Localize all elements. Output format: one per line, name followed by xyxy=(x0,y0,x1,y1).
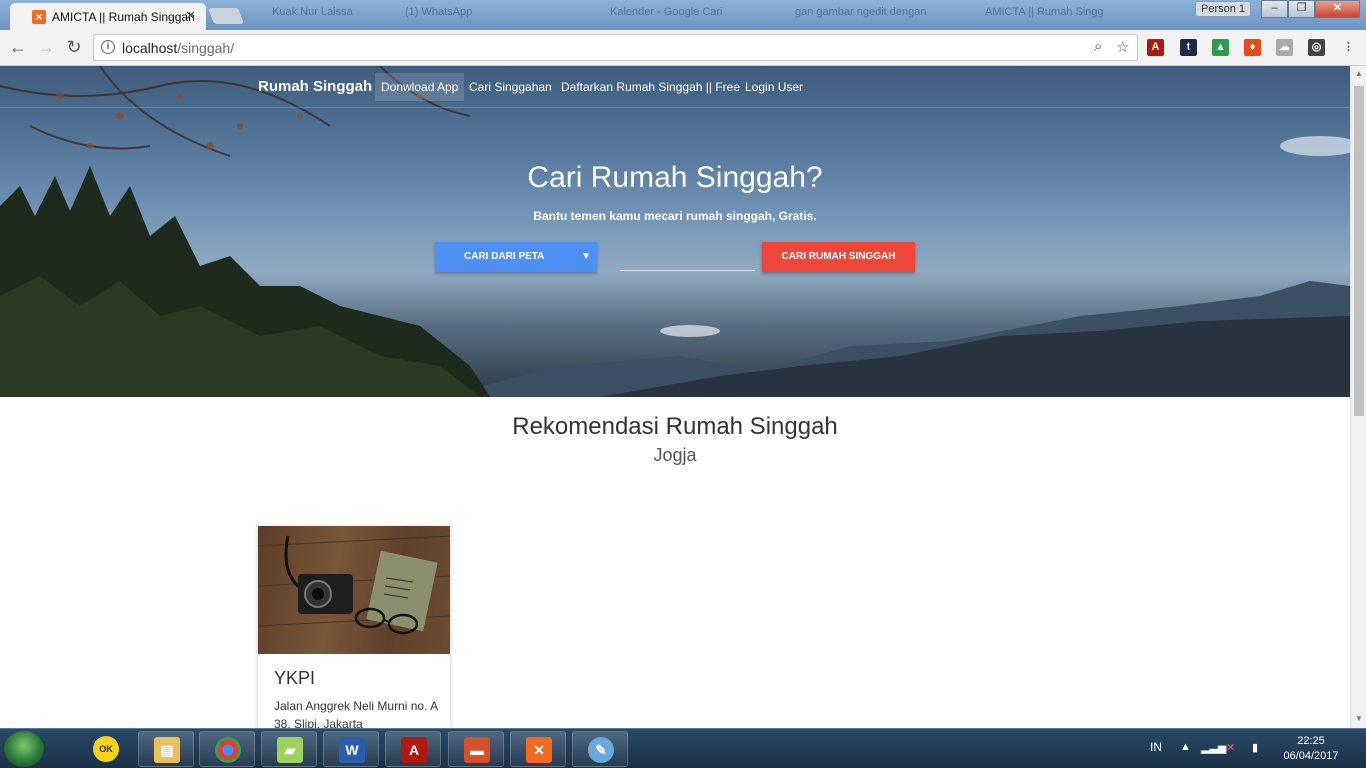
page-viewport: Rumah Singgah Donwload App Cari Singgaha… xyxy=(0,66,1350,728)
nav-login-user[interactable]: Login User xyxy=(745,80,803,94)
nav-cari-singgahan[interactable]: Cari Singgahan xyxy=(469,80,552,94)
taskbar-badge[interactable]: OK xyxy=(78,731,134,767)
page-scrollbar[interactable]: ▲ ▼ xyxy=(1350,66,1366,728)
hero-title: Cari Rumah Singgah? xyxy=(527,161,823,194)
flame-extension-icon[interactable]: ♦ xyxy=(1244,39,1261,56)
maximize-button[interactable]: ❐ xyxy=(1288,0,1315,18)
folder-icon: ▤ xyxy=(154,737,180,763)
caret-down-icon: ▼ xyxy=(581,251,591,262)
reload-icon[interactable]: ↻ xyxy=(63,37,85,59)
info-icon[interactable]: i xyxy=(101,40,115,54)
tray-clock[interactable]: 22:25 06/04/2017 xyxy=(1280,734,1342,764)
clock-date: 06/04/2017 xyxy=(1283,750,1339,762)
zoom-icon[interactable]: ⌕ xyxy=(1094,38,1102,55)
book-icon: ▬ xyxy=(464,737,490,763)
site-brand[interactable]: Rumah Singgah xyxy=(258,78,372,95)
taskbar-word[interactable]: W xyxy=(323,731,379,767)
battery-icon[interactable]: ▮ xyxy=(1252,741,1258,754)
twitter-extension-icon[interactable]: t xyxy=(1180,39,1197,56)
nav-daftarkan[interactable]: Daftarkan Rumah Singgah || Free xyxy=(561,80,740,94)
browser-tab-strip: ✕ AMICTA || Rumah Singgah ✕ Kuak Nur Lai… xyxy=(0,0,1366,30)
word-icon: W xyxy=(339,737,365,763)
tab-title: AMICTA || Rumah Singgah xyxy=(52,10,195,24)
scrollbar-thumb[interactable] xyxy=(1354,86,1364,416)
back-arrow-icon[interactable]: ← xyxy=(7,37,29,59)
nav-download-app[interactable]: Donwload App xyxy=(375,73,465,101)
background-tab[interactable]: Kalender - Google Cari xyxy=(610,6,723,26)
taskbar-chrome[interactable] xyxy=(199,731,255,767)
xampp-favicon-icon: ✕ xyxy=(32,10,46,24)
forward-arrow-icon[interactable]: → xyxy=(35,37,57,59)
taskbar-book[interactable]: ▬ xyxy=(448,731,504,767)
hero-subtitle: Bantu temen kamu mecari rumah singgah, G… xyxy=(533,209,817,223)
card-image xyxy=(257,526,451,654)
search-input[interactable] xyxy=(620,246,755,271)
browser-toolbar: ← → ↻ i localhost/singgah/ ⌕ ☆ A t ▲ ♦ ☁… xyxy=(0,30,1366,66)
background-tab[interactable]: AMICTA || Rumah Singg xyxy=(985,6,1104,26)
map-select-label: CARI DARI PETA xyxy=(464,251,545,262)
section-subtitle: Jogja xyxy=(653,445,697,465)
url-path: /singgah/ xyxy=(177,40,235,56)
sticky-notes-icon: ▰ xyxy=(277,737,303,763)
cloud-extension-icon[interactable]: ☁ xyxy=(1276,39,1293,56)
menu-icon[interactable]: ⋮ xyxy=(1340,39,1357,56)
url-text: localhost/singgah/ xyxy=(122,40,234,56)
drive-extension-icon[interactable]: ▲ xyxy=(1212,39,1229,56)
start-button[interactable] xyxy=(4,731,44,767)
camera-photo-illustration xyxy=(257,535,451,635)
chrome-icon xyxy=(215,737,241,763)
window-close-button[interactable]: ✕ xyxy=(1315,0,1360,18)
windows-taskbar: OK ▤ ▰ W A ▬ ✕ ✎ IN ▲ ▂▃▅ ✕ ▮ 22:25 06/0… xyxy=(0,728,1366,768)
card-title: YKPI xyxy=(274,668,316,688)
hero-landscape-image xyxy=(0,66,1350,397)
section-title: Rekomendasi Rumah Singgah xyxy=(512,413,838,440)
map-select-dropdown[interactable]: CARI DARI PETA ▼ xyxy=(435,242,597,272)
signal-icon[interactable]: ▂▃▅ xyxy=(1201,741,1226,754)
bookmark-star-icon[interactable]: ☆ xyxy=(1116,38,1129,56)
taskbar-xampp[interactable]: ✕ xyxy=(510,731,566,767)
taskbar-explorer[interactable]: ▤ xyxy=(138,731,194,767)
background-tab[interactable]: (1) WhatsApp xyxy=(405,6,472,26)
background-tab[interactable]: gan gambar ngedit dengan xyxy=(795,6,927,26)
profile-button[interactable]: Person 1 xyxy=(1195,1,1251,17)
close-tab-icon[interactable]: ✕ xyxy=(185,8,196,24)
acrobat-icon: A xyxy=(401,737,427,763)
card-address: Jalan Anggrek Neli Murni no. A 38, Slipi… xyxy=(274,699,438,728)
tab-active[interactable]: ✕ AMICTA || Rumah Singgah ✕ xyxy=(10,3,206,30)
site-navbar: Rumah Singgah Donwload App Cari Singgaha… xyxy=(0,66,1350,108)
new-tab-button[interactable] xyxy=(208,8,244,24)
address-bar[interactable]: i localhost/singgah/ ⌕ ☆ xyxy=(93,34,1138,61)
taskbar-acrobat[interactable]: A xyxy=(385,731,441,767)
xampp-icon: ✕ xyxy=(526,737,552,763)
tray-expand-icon[interactable]: ▲ xyxy=(1180,741,1191,753)
listing-card[interactable]: YKPI Jalan Anggrek Neli Murni no. A 38, … xyxy=(257,526,451,728)
url-host: localhost xyxy=(122,40,178,56)
taskbar-paint[interactable]: ✎ xyxy=(572,731,628,767)
paint-icon: ✎ xyxy=(588,737,614,763)
clock-time: 22:25 xyxy=(1297,735,1325,747)
taskbar-notes[interactable]: ▰ xyxy=(261,731,317,767)
search-button[interactable]: CARI RUMAH SINGGAH xyxy=(762,242,915,272)
lightbulb-extension-icon[interactable]: ◎ xyxy=(1308,39,1325,56)
tray-language[interactable]: IN xyxy=(1150,740,1162,754)
scroll-down-icon[interactable]: ▼ xyxy=(1355,714,1363,723)
minimize-button[interactable]: – xyxy=(1261,0,1288,18)
meter-badge-icon: OK xyxy=(93,736,119,762)
hero-section: Rumah Singgah Donwload App Cari Singgaha… xyxy=(0,66,1350,397)
speaker-muted-icon[interactable]: ✕ xyxy=(1226,741,1235,754)
scroll-up-icon[interactable]: ▲ xyxy=(1355,69,1363,78)
background-tab[interactable]: Kuak Nur Laissa xyxy=(272,6,353,26)
pdf-extension-icon[interactable]: A xyxy=(1147,39,1164,56)
